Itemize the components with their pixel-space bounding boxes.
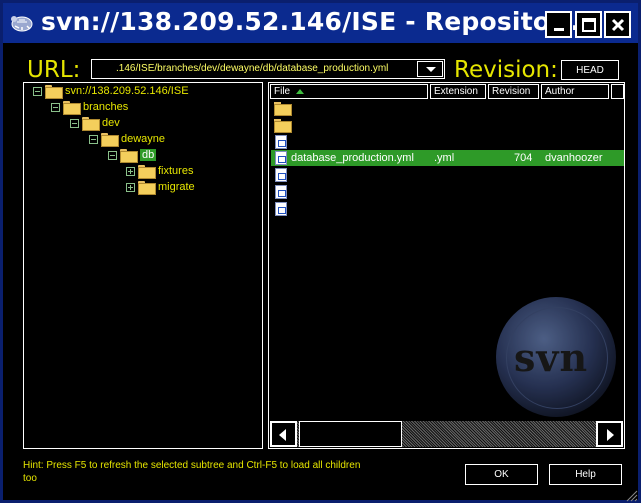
tree-item-fixtures[interactable]: fixtures [126, 163, 193, 179]
file-revision: 704 [514, 152, 533, 164]
expand-icon[interactable] [126, 182, 135, 192]
collapse-icon[interactable] [51, 102, 60, 112]
folder-icon [274, 102, 292, 116]
file-icon [275, 135, 287, 149]
url-label: URL: [27, 57, 81, 83]
column-header-author[interactable]: Author [541, 84, 609, 99]
tree-item-db[interactable]: db [108, 147, 157, 163]
hint-text: Hint: Press F5 to refresh the selected s… [23, 460, 361, 484]
tree-item-label: svn://138.209.52.146/ISE [65, 85, 189, 97]
collapse-icon[interactable] [108, 150, 117, 160]
minimize-button[interactable] [545, 11, 572, 38]
file-author: dvanhoozer [545, 152, 603, 164]
tree-item-dewayne[interactable]: dewayne [89, 131, 165, 147]
repository-tree[interactable]: svn://138.209.52.146/ISE branches dev de… [23, 82, 263, 449]
file-icon [275, 185, 287, 199]
collapse-icon[interactable] [89, 134, 98, 144]
open-folder-icon [120, 149, 138, 163]
url-combobox[interactable]: .146/ISE/branches/dev/dewayne/db/databas… [91, 59, 445, 79]
scroll-right-button[interactable] [596, 421, 623, 447]
help-button[interactable]: Help [549, 464, 622, 485]
expand-icon[interactable] [126, 166, 135, 176]
tortoise-app-icon [11, 16, 33, 32]
tree-item-label: fixtures [158, 165, 194, 177]
revision-label: Revision: [454, 57, 558, 83]
column-header-extension[interactable]: Extension [430, 84, 486, 99]
maximize-button[interactable] [575, 11, 602, 38]
list-item-selected[interactable]: database_production.yml .yml 704 dvanhoo… [271, 150, 624, 166]
folder-icon [82, 117, 100, 131]
close-icon [611, 18, 624, 31]
watermark-text: svn [514, 335, 589, 380]
maximize-icon [581, 17, 596, 32]
tree-item-label: dewayne [121, 133, 166, 145]
list-item[interactable] [271, 167, 624, 183]
file-name: database_production.yml [291, 152, 414, 164]
file-icon [275, 202, 287, 216]
folder-icon [274, 119, 292, 133]
tree-item-branches[interactable]: branches [51, 99, 128, 115]
tree-item-label: branches [83, 101, 129, 113]
list-item[interactable] [271, 201, 624, 217]
tree-item-label: dev [102, 117, 120, 129]
window-title: svn://138.209.52.146/ISE - Repositor… [41, 7, 588, 36]
tree-item-dev[interactable]: dev [70, 115, 120, 131]
url-dropdown-button[interactable] [417, 61, 443, 77]
sort-ascending-icon [296, 88, 305, 94]
file-list[interactable]: File Extension Revision Author database_… [268, 82, 625, 449]
list-item[interactable] [271, 117, 624, 133]
ok-button[interactable]: OK [465, 464, 538, 485]
close-button[interactable] [604, 11, 631, 38]
tree-item-migrate[interactable]: migrate [126, 179, 195, 195]
tree-item-root[interactable]: svn://138.209.52.146/ISE [33, 83, 189, 99]
head-revision-button[interactable]: HEAD [561, 60, 619, 80]
tree-item-label: migrate [158, 181, 195, 193]
collapse-icon[interactable] [70, 118, 79, 128]
resize-grip-icon[interactable] [624, 488, 638, 502]
scroll-left-button[interactable] [270, 421, 297, 447]
horizontal-scrollbar[interactable] [270, 421, 623, 447]
repository-browser-window: svn://138.209.52.146/ISE - Repositor… UR… [0, 0, 641, 503]
tree-item-label: db [140, 149, 157, 161]
file-extension: .yml [434, 152, 455, 164]
column-header-file[interactable]: File [270, 84, 428, 99]
folder-icon [63, 101, 81, 115]
file-icon [275, 151, 287, 165]
scrollbar-thumb[interactable] [299, 421, 402, 447]
list-item[interactable] [271, 184, 624, 200]
title-bar[interactable]: svn://138.209.52.146/ISE - Repositor… [3, 3, 638, 43]
url-value[interactable]: .146/ISE/branches/dev/dewayne/db/databas… [116, 63, 388, 74]
column-header-extra[interactable] [611, 84, 624, 99]
collapse-icon[interactable] [33, 86, 42, 96]
svn-logo-watermark: svn [496, 297, 616, 417]
folder-icon [138, 181, 156, 195]
minimize-icon [553, 27, 564, 31]
folder-icon [45, 85, 63, 99]
folder-icon [138, 165, 156, 179]
folder-icon [101, 133, 119, 147]
column-header-label: File [274, 86, 291, 97]
file-icon [275, 168, 287, 182]
column-header-revision[interactable]: Revision [488, 84, 539, 99]
list-item[interactable] [271, 134, 624, 150]
list-item[interactable] [271, 100, 624, 116]
